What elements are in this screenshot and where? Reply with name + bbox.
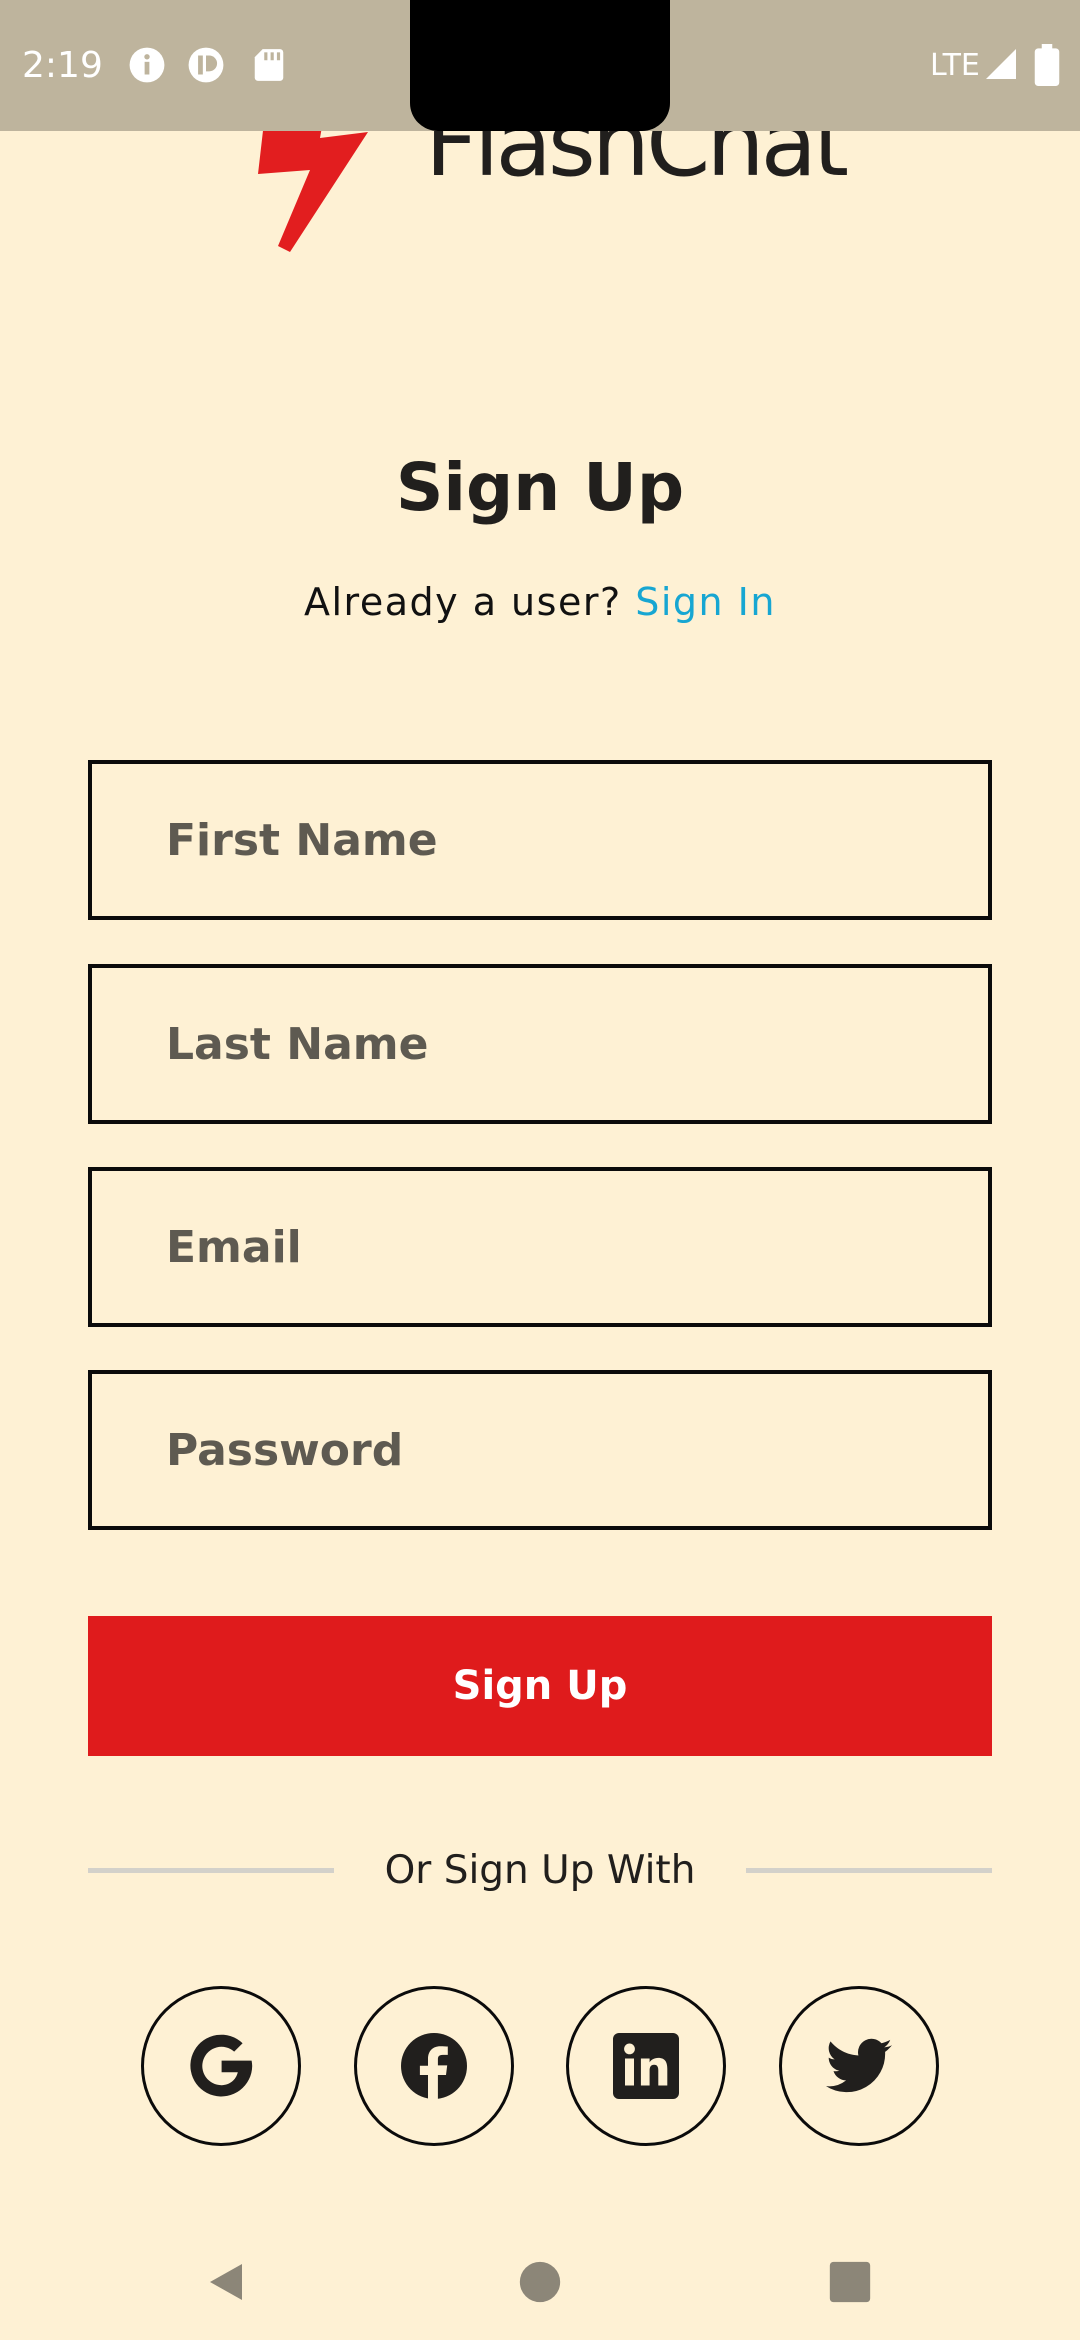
sd-card-icon: [254, 49, 284, 81]
back-button[interactable]: [196, 2252, 256, 2312]
last-name-field: [88, 964, 992, 1124]
notification-app-icon: [188, 47, 224, 83]
battery-icon: [1034, 44, 1060, 86]
password-field: [88, 1370, 992, 1530]
back-icon: [210, 2264, 242, 2300]
email-field: [88, 1167, 992, 1327]
page-title: Sign Up: [395, 449, 685, 526]
signal-icon: [986, 49, 1016, 79]
network-type: LTE: [930, 48, 980, 83]
twitter-icon: [826, 2038, 892, 2093]
sign-up-button[interactable]: Sign Up: [88, 1616, 992, 1756]
first-name-input[interactable]: [92, 764, 988, 916]
facebook-icon: [401, 2033, 467, 2099]
first-name-field: [88, 760, 992, 920]
signup-screen: FlashChat 2:19 LTE Sign Up Already a use…: [0, 0, 1080, 2340]
email-input[interactable]: [92, 1171, 988, 1323]
signin-prompt: Already a user? Sign In: [0, 578, 1080, 626]
already-user-text: Already a user?: [304, 580, 622, 624]
linkedin-icon: [613, 2033, 679, 2099]
google-signup-button[interactable]: [141, 1986, 301, 2146]
linkedin-signup-button[interactable]: [566, 1986, 726, 2146]
status-bar: 2:19 LTE: [0, 0, 1080, 131]
info-icon: [129, 47, 165, 83]
divider-text: Or Sign Up With: [384, 1848, 696, 1893]
facebook-signup-button[interactable]: [354, 1986, 514, 2146]
recents-icon: [829, 2261, 871, 2303]
camera-cutout: [410, 0, 670, 131]
recents-button[interactable]: [820, 2252, 880, 2312]
password-input[interactable]: [92, 1374, 988, 1526]
divider-right: [746, 1868, 992, 1873]
home-icon: [519, 2261, 561, 2303]
home-button[interactable]: [510, 2252, 570, 2312]
google-icon: [190, 2034, 253, 2097]
twitter-signup-button[interactable]: [779, 1986, 939, 2146]
divider-left: [88, 1868, 334, 1873]
sign-in-link[interactable]: Sign In: [635, 580, 776, 624]
last-name-input[interactable]: [92, 968, 988, 1120]
system-nav-bar: [0, 2220, 1080, 2340]
status-time: 2:19: [22, 45, 103, 86]
